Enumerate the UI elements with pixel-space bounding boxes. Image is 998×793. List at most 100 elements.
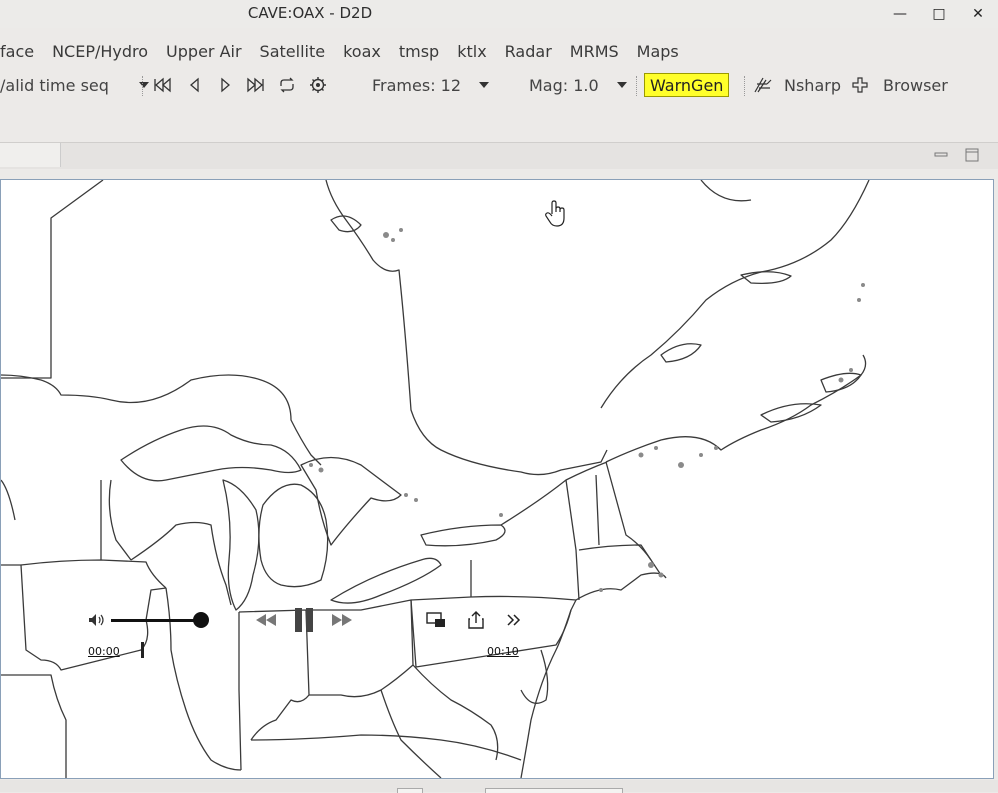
pause-button[interactable] <box>291 606 317 634</box>
picture-in-picture-icon <box>426 612 445 627</box>
map-canvas <box>1 180 870 778</box>
fast-forward-icon <box>332 614 352 626</box>
minimize-button[interactable]: — <box>888 4 912 24</box>
toolbar-separator <box>744 76 745 96</box>
time-mode-value: /alid time seq <box>0 75 109 95</box>
menu-radar[interactable]: Radar <box>496 42 561 61</box>
status-bar <box>0 780 998 793</box>
frames-value: Frames: 12 <box>372 75 462 95</box>
state-boundary <box>20 559 167 589</box>
first-frame-icon <box>152 74 174 96</box>
state-boundary <box>470 560 667 601</box>
warngen-button[interactable]: WarnGen <box>644 70 730 100</box>
share-icon <box>468 611 484 629</box>
media-player-overlay: 00:00 00:10 <box>1 600 561 670</box>
close-button[interactable]: ✕ <box>966 4 990 24</box>
progress-cursor[interactable] <box>141 642 144 658</box>
loop-properties-icon <box>307 74 329 96</box>
fast-forward-button[interactable] <box>329 611 355 629</box>
state-boundary <box>565 461 652 601</box>
step-back-icon <box>184 74 206 96</box>
chevron-down-icon <box>616 82 627 88</box>
last-frame-button[interactable] <box>244 70 266 100</box>
menu-surface[interactable]: face <box>0 42 43 61</box>
state-minnesota-wisconsin <box>100 479 132 561</box>
loop-button[interactable] <box>276 70 298 100</box>
menu-upper-air[interactable]: Upper Air <box>157 42 251 61</box>
maximize-button[interactable]: □ <box>927 4 951 24</box>
menu-tmsp[interactable]: tmsp <box>390 42 448 61</box>
lake-ontario <box>420 524 506 547</box>
menu-maps[interactable]: Maps <box>628 42 688 61</box>
map-display[interactable]: 00:00 00:10 <box>0 179 994 779</box>
browser-label: Browser <box>883 75 948 95</box>
volume-slider[interactable] <box>111 619 201 622</box>
picture-in-picture-button[interactable] <box>425 610 447 630</box>
menu-bar: face NCEP/Hydro Upper Air Satellite koax… <box>0 36 998 66</box>
lake-michigan <box>222 479 260 611</box>
loop-properties-button[interactable] <box>307 70 329 100</box>
status-field <box>485 788 623 793</box>
step-back-button[interactable] <box>184 70 206 100</box>
province-boundary <box>1 180 104 379</box>
toolbar-separator <box>636 76 637 96</box>
island-anticosti <box>740 271 792 284</box>
state-wisconsin <box>130 521 232 606</box>
rewind-icon <box>256 614 276 626</box>
lake-erie <box>330 557 442 604</box>
warngen-label: WarnGen <box>644 73 730 97</box>
status-field <box>397 788 423 793</box>
rewind-button[interactable] <box>253 611 279 629</box>
coastline <box>605 354 867 463</box>
step-forward-icon <box>214 74 236 96</box>
browser-icon <box>849 74 871 96</box>
nsharp-icon <box>752 74 774 96</box>
menu-koax[interactable]: koax <box>334 42 390 61</box>
province-boundary <box>1 374 322 466</box>
nsharp-label: Nsharp <box>784 75 841 95</box>
last-frame-icon <box>244 74 266 96</box>
pane-header <box>0 142 998 169</box>
state-kentucky <box>250 734 522 761</box>
first-frame-button[interactable] <box>152 70 174 100</box>
volume-slider-thumb[interactable] <box>193 612 209 628</box>
chevrons-right-icon <box>507 614 521 626</box>
step-forward-button[interactable] <box>214 70 236 100</box>
chevron-down-icon <box>138 82 149 88</box>
time-mode-dropdown[interactable]: /alid time seq <box>0 70 149 100</box>
lake-superior <box>120 425 302 482</box>
coastal-detail <box>309 228 865 592</box>
hand-cursor-icon <box>544 200 568 228</box>
pane-maximize-button[interactable] <box>963 147 981 163</box>
title-bar: CAVE:OAX - D2D — □ ✕ <box>0 0 998 28</box>
pane-tab[interactable] <box>0 143 61 167</box>
toolbar-separator <box>142 76 143 96</box>
menu-ktlx[interactable]: ktlx <box>448 42 495 61</box>
menu-mrms[interactable]: MRMS <box>561 42 628 61</box>
island-pei <box>760 403 822 423</box>
state-boundary <box>380 664 499 778</box>
pane-minimize-button[interactable] <box>932 147 950 163</box>
frames-dropdown[interactable]: Frames: 12 <box>372 70 490 100</box>
lake-huron <box>300 456 402 546</box>
menu-satellite[interactable]: Satellite <box>251 42 335 61</box>
mag-dropdown[interactable]: Mag: 1.0 <box>529 70 627 100</box>
nsharp-button[interactable]: Nsharp <box>752 70 841 100</box>
mag-value: Mag: 1.0 <box>529 75 599 95</box>
coastline <box>578 544 662 576</box>
share-button[interactable] <box>465 609 487 631</box>
volume-icon[interactable] <box>87 612 107 628</box>
pause-icon <box>295 608 313 632</box>
menu-ncep-hydro[interactable]: NCEP/Hydro <box>43 42 157 61</box>
browser-button[interactable]: Browser <box>849 70 948 100</box>
toolbar: /alid time seq Frames: 12 Mag: 1.0 WarnG… <box>0 70 998 100</box>
duration-time: 00:10 <box>487 645 519 658</box>
more-options-button[interactable] <box>503 610 525 630</box>
chevron-down-icon <box>479 82 490 88</box>
loop-icon <box>276 74 298 96</box>
window-title: CAVE:OAX - D2D <box>247 4 373 22</box>
coastline <box>600 180 870 409</box>
map-boundaries <box>1 180 870 778</box>
current-time: 00:00 <box>88 645 120 658</box>
state-boundary <box>1 674 67 778</box>
